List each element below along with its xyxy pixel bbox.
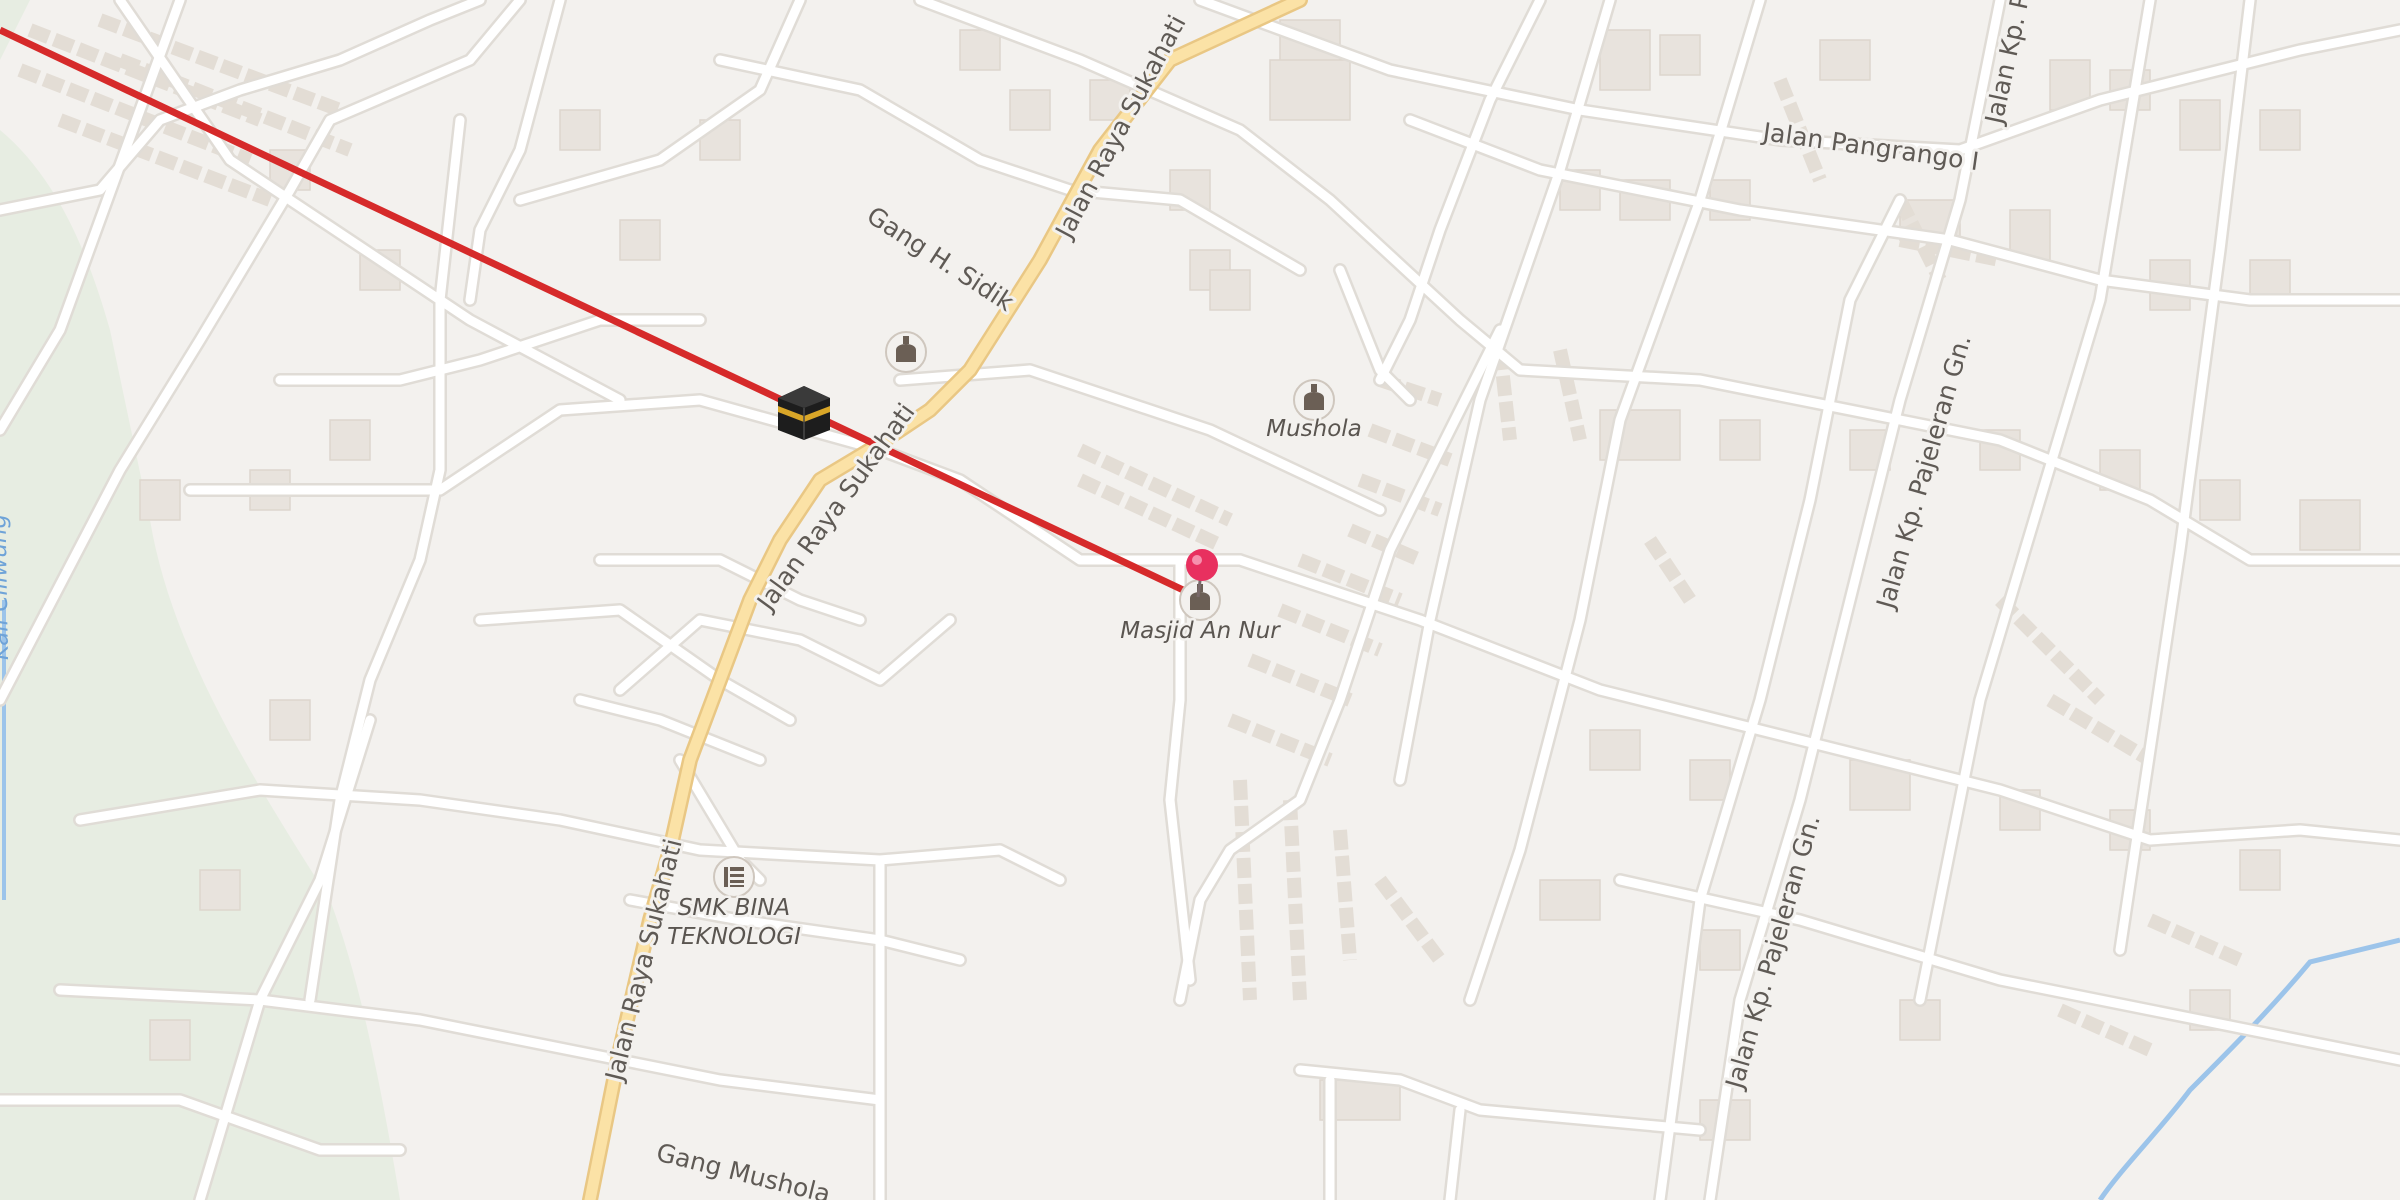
school-icon <box>713 856 755 898</box>
poi-label-masjid: Masjid An Nur <box>1120 618 1281 644</box>
road-label-sukahati-bottom: Jalan Raya Sukahati <box>599 836 688 1086</box>
school-poi[interactable]: SMK BINA TEKNOLOGI <box>665 856 804 953</box>
poi-label-mushola: Mushola <box>1266 416 1362 442</box>
mushola-poi[interactable]: Mushola <box>1264 379 1364 445</box>
poi-label-school-line2: TEKNOLOGI <box>667 924 801 950</box>
road-label-gang-mushola: Gang Mushola <box>654 1138 834 1200</box>
masjid-an-nur-poi[interactable]: Masjid An Nur <box>1118 579 1284 647</box>
mosque-icon <box>1293 379 1335 421</box>
mosque-icon[interactable] <box>885 331 927 373</box>
map-canvas[interactable]: Jalan Raya Sukahati Jalan Raya Sukahati … <box>0 0 2400 1200</box>
poi-label-school-line1: SMK BINA <box>678 895 790 921</box>
kaaba-icon[interactable] <box>778 386 830 440</box>
map-layers: Jalan Raya Sukahati Jalan Raya Sukahati … <box>0 0 2400 1200</box>
road-label-gang-h-sidik: Gang H. Sidik <box>862 201 1020 317</box>
road-label-pangrango: Jalan Pangrango I <box>1759 117 1981 176</box>
